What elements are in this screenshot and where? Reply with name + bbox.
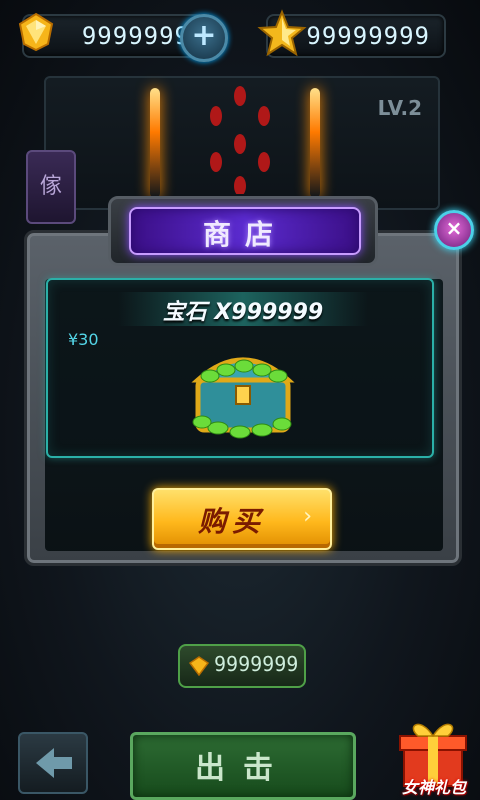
item-header: 宝石 X999999 — [118, 292, 368, 326]
star-icon — [257, 9, 307, 57]
shop-dialog: 商店 × 宝石 X999999 ¥30 购买 › — [14, 196, 474, 566]
level-label: LV.2 — [377, 96, 422, 120]
back-button[interactable] — [18, 732, 88, 794]
item-price: ¥30 — [68, 330, 99, 349]
dialog-title: 商店 — [202, 218, 287, 251]
go-battle-button[interactable]: 出击 — [130, 732, 356, 800]
add-gems-button[interactable]: + — [180, 14, 228, 62]
gem-balance-value: 9999999 — [81, 22, 190, 50]
buy-button-label: 购买 — [197, 505, 266, 538]
gem-icon — [188, 656, 210, 676]
level-preview: LV.2 — [44, 76, 440, 210]
gift-pack-label[interactable]: 女神礼包 — [390, 774, 478, 798]
treasure-chest-icon — [191, 357, 295, 439]
star-balance-value: 99999999 — [306, 22, 430, 50]
chevron-right-icon: › — [303, 504, 312, 529]
shop-item-card[interactable]: 宝石 X999999 ¥30 — [46, 278, 434, 458]
item-name: 宝石 X999999 — [162, 300, 324, 325]
enemy-missiles-icon — [210, 86, 270, 194]
flame-beam — [310, 88, 320, 198]
top-bar: 9999999 + 99999999 — [0, 0, 480, 70]
dialog-title-bar: 商店 — [129, 207, 361, 255]
gem-icon — [18, 12, 54, 52]
dialog-title-plate: 商店 — [108, 196, 378, 266]
bottom-gem-balance: 9999999 — [178, 644, 306, 688]
buy-button[interactable]: 购买 › — [152, 488, 332, 550]
flame-beam — [150, 88, 160, 198]
arrow-left-icon — [36, 748, 72, 778]
close-button[interactable]: × — [434, 210, 474, 250]
bottom-gem-value: 9999999 — [214, 652, 299, 676]
go-battle-label: 出击 — [195, 751, 291, 786]
